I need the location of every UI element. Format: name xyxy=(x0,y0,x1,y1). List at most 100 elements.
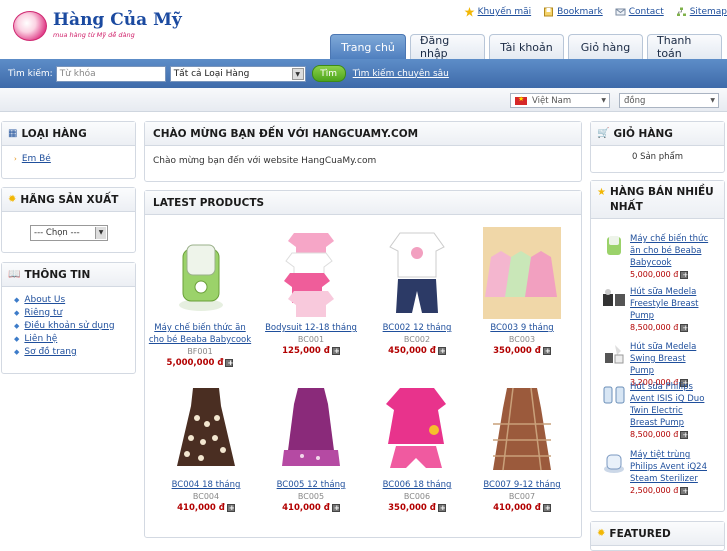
product-name[interactable]: BC007 9-12 tháng xyxy=(483,480,560,490)
manufacturers-box: ✹ HÃNG SẢN XUẤT --- Chọn --- ▼ xyxy=(1,187,136,253)
category-link[interactable]: Em Bé xyxy=(22,154,51,164)
bestseller-item[interactable]: Hút sữa Philips Avent ISIS iQ Duo Twin E… xyxy=(601,381,711,441)
add-to-cart-icon[interactable] xyxy=(680,429,689,441)
product-image[interactable] xyxy=(483,227,561,319)
product-image[interactable] xyxy=(272,384,350,476)
product-name[interactable]: BC002 12 tháng xyxy=(383,323,452,333)
product-price-value: 350,000 đ xyxy=(388,503,436,513)
sun-icon: ✹ xyxy=(8,194,17,205)
bestseller-item[interactable]: Máy chế biến thức ăn cho bé Beaba Babyco… xyxy=(601,233,711,281)
add-to-cart-icon[interactable] xyxy=(680,485,689,497)
product-code: BC003 xyxy=(508,335,536,344)
product-image[interactable] xyxy=(272,227,350,319)
info-link-about[interactable]: About Us xyxy=(24,295,65,305)
top-link-bookmark-label[interactable]: Bookmark xyxy=(557,7,603,17)
top-link-promo-label[interactable]: Khuyến mãi xyxy=(478,7,532,17)
bestseller-name[interactable]: Hút sữa Medela Swing Breast Pump xyxy=(630,342,696,376)
product-name[interactable]: Máy chế biến thức ăn cho bé Beaba Babyco… xyxy=(149,323,251,345)
tab-cart[interactable]: Giỏ hàng xyxy=(568,34,643,59)
info-title: THÔNG TIN xyxy=(24,268,91,281)
search-input[interactable]: Từ khóa xyxy=(55,65,166,82)
bestseller-name[interactable]: Máy tiệt trùng Philips Avent iQ24 Steam … xyxy=(630,450,707,484)
info-link-terms[interactable]: Điều khoản sử dụng xyxy=(24,321,114,331)
product-card[interactable]: BC006 18 tháng BC006 350,000 đ xyxy=(364,384,470,515)
product-thumbnail[interactable] xyxy=(601,286,627,312)
info-box: 📖 THÔNG TIN ◆ About Us ◆ Riêng tư ◆ Điều kho… xyxy=(1,262,136,374)
vietnam-flag-icon xyxy=(515,95,527,105)
info-list: ◆ About Us ◆ Riêng tư ◆ Điều khoản sử dụng … xyxy=(2,287,135,358)
product-card[interactable]: BC003 9 tháng BC003 350,000 đ xyxy=(469,227,575,358)
product-image[interactable] xyxy=(378,384,456,476)
add-to-cart-icon[interactable] xyxy=(680,269,689,281)
add-to-cart-icon[interactable] xyxy=(437,502,446,515)
tab-account[interactable]: Tài khoản xyxy=(489,34,564,59)
manufacturer-select[interactable]: --- Chọn --- ▼ xyxy=(30,225,108,241)
tab-login[interactable]: Đăng nhập xyxy=(410,34,485,60)
bestseller-name[interactable]: Hút sữa Philips Avent ISIS iQ Duo Twin E… xyxy=(630,382,704,428)
bestseller-item[interactable]: Máy tiệt trùng Philips Avent iQ24 Steam … xyxy=(601,449,711,497)
bullet-icon: ◆ xyxy=(14,295,20,304)
product-card[interactable]: BC002 12 tháng BC002 450,000 đ xyxy=(364,227,470,358)
list-item[interactable]: › Em Bé xyxy=(14,152,135,165)
add-to-cart-icon[interactable] xyxy=(542,502,551,515)
tab-checkout[interactable]: Thanh toán xyxy=(647,34,722,60)
site-logo[interactable]: Hàng Của Mỹ mua hàng từ Mỹ dễ dàng xyxy=(13,9,182,47)
list-item[interactable]: ◆ Điều khoản sử dụng xyxy=(14,319,135,332)
product-name[interactable]: BC004 18 tháng xyxy=(172,480,241,490)
featured-title: FEATURED xyxy=(609,527,671,540)
product-card[interactable]: BC004 18 tháng BC004 410,000 đ xyxy=(153,384,259,515)
top-link-promo[interactable]: Khuyến mãi xyxy=(464,7,532,17)
add-to-cart-icon[interactable] xyxy=(331,345,340,358)
currency-select[interactable]: đồng ▼ xyxy=(619,93,719,108)
product-image[interactable] xyxy=(378,227,456,319)
add-to-cart-icon[interactable] xyxy=(226,502,235,515)
add-to-cart-icon[interactable] xyxy=(225,357,234,370)
list-item[interactable]: ◆ Riêng tư xyxy=(14,306,135,319)
list-item[interactable]: ◆ Liên hệ xyxy=(14,332,135,345)
info-link-sitemap[interactable]: Sơ đồ trang xyxy=(24,347,76,357)
search-button[interactable]: Tìm xyxy=(311,65,346,82)
chevron-down-icon: ▼ xyxy=(291,67,304,80)
top-link-contact-label[interactable]: Contact xyxy=(629,7,664,17)
product-thumbnail[interactable] xyxy=(601,449,627,475)
manufacturers-title: HÃNG SẢN XUẤT xyxy=(20,193,119,206)
info-link-privacy[interactable]: Riêng tư xyxy=(24,308,62,318)
advanced-search-link[interactable]: Tìm kiếm chuyên sâu xyxy=(353,69,449,79)
bestseller-item[interactable]: Hút sữa Medela Freestyle Breast Pump 8,50… xyxy=(601,286,711,334)
add-to-cart-icon[interactable] xyxy=(331,502,340,515)
product-card[interactable]: Bodysuit 12-18 tháng BC001 125,000 đ xyxy=(258,227,364,358)
info-link-contact[interactable]: Liên hệ xyxy=(24,334,57,344)
bestseller-name[interactable]: Máy chế biến thức ăn cho bé Beaba Babyco… xyxy=(630,234,708,268)
category-select[interactable]: Tất cả Loại Hàng ▼ xyxy=(169,65,306,82)
product-name[interactable]: BC005 12 tháng xyxy=(277,480,346,490)
product-card[interactable]: Máy chế biến thức ăn cho bé Beaba Babyco… xyxy=(147,227,253,370)
top-link-bookmark[interactable]: Bookmark xyxy=(543,7,603,17)
language-select[interactable]: Việt Nam ▼ xyxy=(510,93,610,108)
product-card[interactable]: BC007 9-12 tháng BC007 410,000 đ xyxy=(469,384,575,515)
product-name[interactable]: BC003 9 tháng xyxy=(490,323,553,333)
product-name[interactable]: Bodysuit 12-18 tháng xyxy=(265,323,357,333)
product-image[interactable] xyxy=(483,384,561,476)
top-link-sitemap[interactable]: Sitemap xyxy=(676,7,727,17)
product-image[interactable] xyxy=(167,384,245,476)
top-link-sitemap-label[interactable]: Sitemap xyxy=(690,7,727,17)
star-icon: ✹ xyxy=(597,528,606,539)
product-card[interactable]: BC005 12 tháng BC005 410,000 đ xyxy=(258,384,364,515)
info-header: 📖 THÔNG TIN xyxy=(2,263,135,287)
product-thumbnail[interactable] xyxy=(601,341,627,367)
bestseller-name[interactable]: Hút sữa Medela Freestyle Breast Pump xyxy=(630,287,698,321)
product-code: BC002 xyxy=(403,335,431,344)
product-image[interactable] xyxy=(161,227,239,319)
tab-home[interactable]: Trang chủ xyxy=(330,34,406,59)
product-thumbnail[interactable] xyxy=(601,233,627,259)
chevron-down-icon: ▼ xyxy=(710,97,715,104)
top-link-contact[interactable]: Contact xyxy=(615,7,664,17)
product-thumbnail[interactable] xyxy=(601,381,627,407)
list-item[interactable]: ◆ About Us xyxy=(14,293,135,306)
bullet-icon: ◆ xyxy=(14,334,20,343)
add-to-cart-icon[interactable] xyxy=(542,345,551,358)
add-to-cart-icon[interactable] xyxy=(680,322,689,334)
list-item[interactable]: ◆ Sơ đồ trang xyxy=(14,345,135,358)
add-to-cart-icon[interactable] xyxy=(437,345,446,358)
product-name[interactable]: BC006 18 tháng xyxy=(383,480,452,490)
